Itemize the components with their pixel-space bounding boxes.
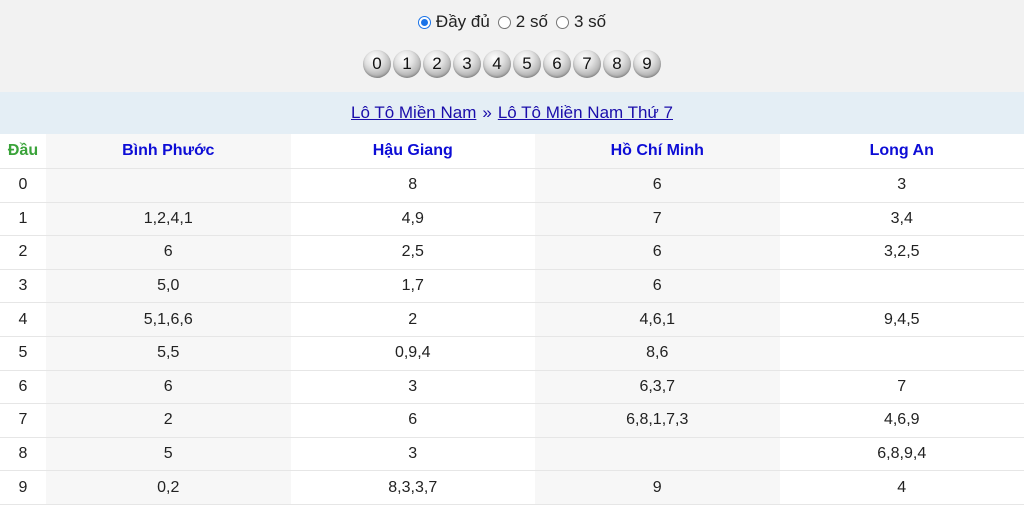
- cell-long-an: 4: [779, 470, 1024, 505]
- digit-ball-8[interactable]: 8: [603, 50, 631, 78]
- cell-hau-giang: 0,9,4: [290, 336, 535, 371]
- table-row: 6 6 3 6,3,7 7: [0, 370, 1024, 405]
- digit-ball-7[interactable]: 7: [573, 50, 601, 78]
- header-binh-phuoc: Bình Phước: [46, 134, 291, 169]
- table-row: 7 2 6 6,8,1,7,3 4,6,9: [0, 403, 1024, 438]
- digit-ball-3[interactable]: 3: [453, 50, 481, 78]
- cell-long-an: 3: [779, 168, 1024, 203]
- digit-ball-2[interactable]: 2: [423, 50, 451, 78]
- cell-binh-phuoc: 1,2,4,1: [46, 202, 291, 237]
- option-3-digits-label: 3 số: [573, 12, 607, 31]
- cell-binh-phuoc: 5: [46, 437, 291, 472]
- option-2-digits[interactable]: 2 số: [497, 12, 548, 32]
- cell-dau: 0: [0, 168, 46, 203]
- cell-ho-chi-minh: 7: [535, 202, 780, 237]
- cell-hau-giang: 3: [290, 437, 535, 472]
- cell-ho-chi-minh: 4,6,1: [535, 302, 780, 337]
- cell-long-an: 9,4,5: [779, 302, 1024, 337]
- table-body: 0 8 6 3 1 1,2,4,1 4,9 7 3,4 2 6 2,5 6 3,2,5 3 5,0 1,7 6 4 5…: [0, 168, 1024, 505]
- table-row: 9 0,2 8,3,3,7 9 4: [0, 470, 1024, 505]
- cell-long-an: [779, 336, 1024, 371]
- cell-dau: 3: [0, 269, 46, 304]
- table-row: 0 863: [0, 168, 1024, 203]
- table-row: 8 5 3 6,8,9,4: [0, 437, 1024, 472]
- digit-filter: 0 1 2 3 4 5 6 7 8 9: [0, 50, 1024, 78]
- cell-long-an: 3,2,5: [779, 235, 1024, 270]
- cell-ho-chi-minh: 6,3,7: [535, 370, 780, 405]
- header-dau: Đầu: [0, 134, 46, 169]
- cell-ho-chi-minh: 6: [535, 269, 780, 304]
- digit-ball-6[interactable]: 6: [543, 50, 571, 78]
- breadcrumb: Lô Tô Miền Nam » Lô Tô Miền Nam Thứ 7: [0, 92, 1024, 134]
- digit-ball-1[interactable]: 1: [393, 50, 421, 78]
- breadcrumb-current-link[interactable]: Lô Tô Miền Nam Thứ 7: [498, 103, 673, 123]
- cell-long-an: 6,8,9,4: [779, 437, 1024, 472]
- header-hau-giang: Hậu Giang: [290, 134, 535, 169]
- cell-ho-chi-minh: 6: [535, 235, 780, 270]
- table-row: 2 6 2,5 6 3,2,5: [0, 235, 1024, 270]
- digit-ball-5[interactable]: 5: [513, 50, 541, 78]
- header-ho-chi-minh: Hồ Chí Minh: [535, 134, 780, 169]
- breadcrumb-parent-link[interactable]: Lô Tô Miền Nam: [351, 103, 476, 123]
- cell-hau-giang: 1,7: [290, 269, 535, 304]
- cell-dau: 2: [0, 235, 46, 270]
- cell-dau: 7: [0, 403, 46, 438]
- cell-ho-chi-minh: 6: [535, 168, 780, 203]
- header-long-an: Long An: [779, 134, 1024, 169]
- table-row: 3 5,0 1,7 6: [0, 269, 1024, 304]
- cell-hau-giang: 2: [290, 302, 535, 337]
- cell-ho-chi-minh: [535, 437, 780, 472]
- option-3-digits[interactable]: 3 số: [555, 12, 607, 32]
- cell-hau-giang: 8: [290, 168, 535, 203]
- cell-ho-chi-minh: 9: [535, 470, 780, 505]
- cell-hau-giang: 6: [290, 403, 535, 438]
- cell-binh-phuoc: 6: [46, 235, 291, 270]
- table-row: 5 5,5 0,9,4 8,6: [0, 336, 1024, 371]
- cell-binh-phuoc: 5,0: [46, 269, 291, 304]
- cell-dau: 4: [0, 302, 46, 337]
- cell-binh-phuoc: 0,2: [46, 470, 291, 505]
- radio-2-digits[interactable]: [497, 15, 511, 29]
- cell-ho-chi-minh: 6,8,1,7,3: [535, 403, 780, 438]
- cell-hau-giang: 3: [290, 370, 535, 405]
- table-header-row: Đầu Bình Phước Hậu Giang Hồ Chí Minh Lon…: [0, 134, 1024, 169]
- cell-long-an: 7: [779, 370, 1024, 405]
- cell-hau-giang: 8,3,3,7: [290, 470, 535, 505]
- cell-dau: 8: [0, 437, 46, 472]
- digit-ball-9[interactable]: 9: [633, 50, 661, 78]
- table-row: 4 5,1,6,6 2 4,6,1 9,4,5: [0, 302, 1024, 337]
- filter-panel: Đầy đủ 2 số 3 số 0 1 2 3 4 5 6 7 8 9: [0, 0, 1024, 92]
- cell-long-an: 3,4: [779, 202, 1024, 237]
- cell-hau-giang: 2,5: [290, 235, 535, 270]
- option-full[interactable]: Đầy đủ: [417, 12, 490, 32]
- cell-binh-phuoc: 5,1,6,6: [46, 302, 291, 337]
- radio-3-digits[interactable]: [555, 15, 569, 29]
- digit-ball-0[interactable]: 0: [363, 50, 391, 78]
- loto-table: Đầu Bình Phước Hậu Giang Hồ Chí Minh Lon…: [0, 134, 1024, 505]
- cell-long-an: 4,6,9: [779, 403, 1024, 438]
- option-full-label: Đầy đủ: [435, 12, 490, 31]
- cell-dau: 1: [0, 202, 46, 237]
- breadcrumb-separator: »: [482, 103, 492, 122]
- cell-dau: 5: [0, 336, 46, 371]
- cell-long-an: [779, 269, 1024, 304]
- cell-dau: 9: [0, 470, 46, 505]
- cell-binh-phuoc: 6: [46, 370, 291, 405]
- radio-full[interactable]: [417, 15, 431, 29]
- display-mode-options: Đầy đủ 2 số 3 số: [0, 12, 1024, 32]
- cell-binh-phuoc: [46, 168, 291, 203]
- cell-hau-giang: 4,9: [290, 202, 535, 237]
- cell-ho-chi-minh: 8,6: [535, 336, 780, 371]
- option-2-digits-label: 2 số: [515, 12, 548, 31]
- cell-dau: 6: [0, 370, 46, 405]
- digit-ball-4[interactable]: 4: [483, 50, 511, 78]
- cell-binh-phuoc: 5,5: [46, 336, 291, 371]
- table-row: 1 1,2,4,1 4,9 7 3,4: [0, 202, 1024, 237]
- cell-binh-phuoc: 2: [46, 403, 291, 438]
